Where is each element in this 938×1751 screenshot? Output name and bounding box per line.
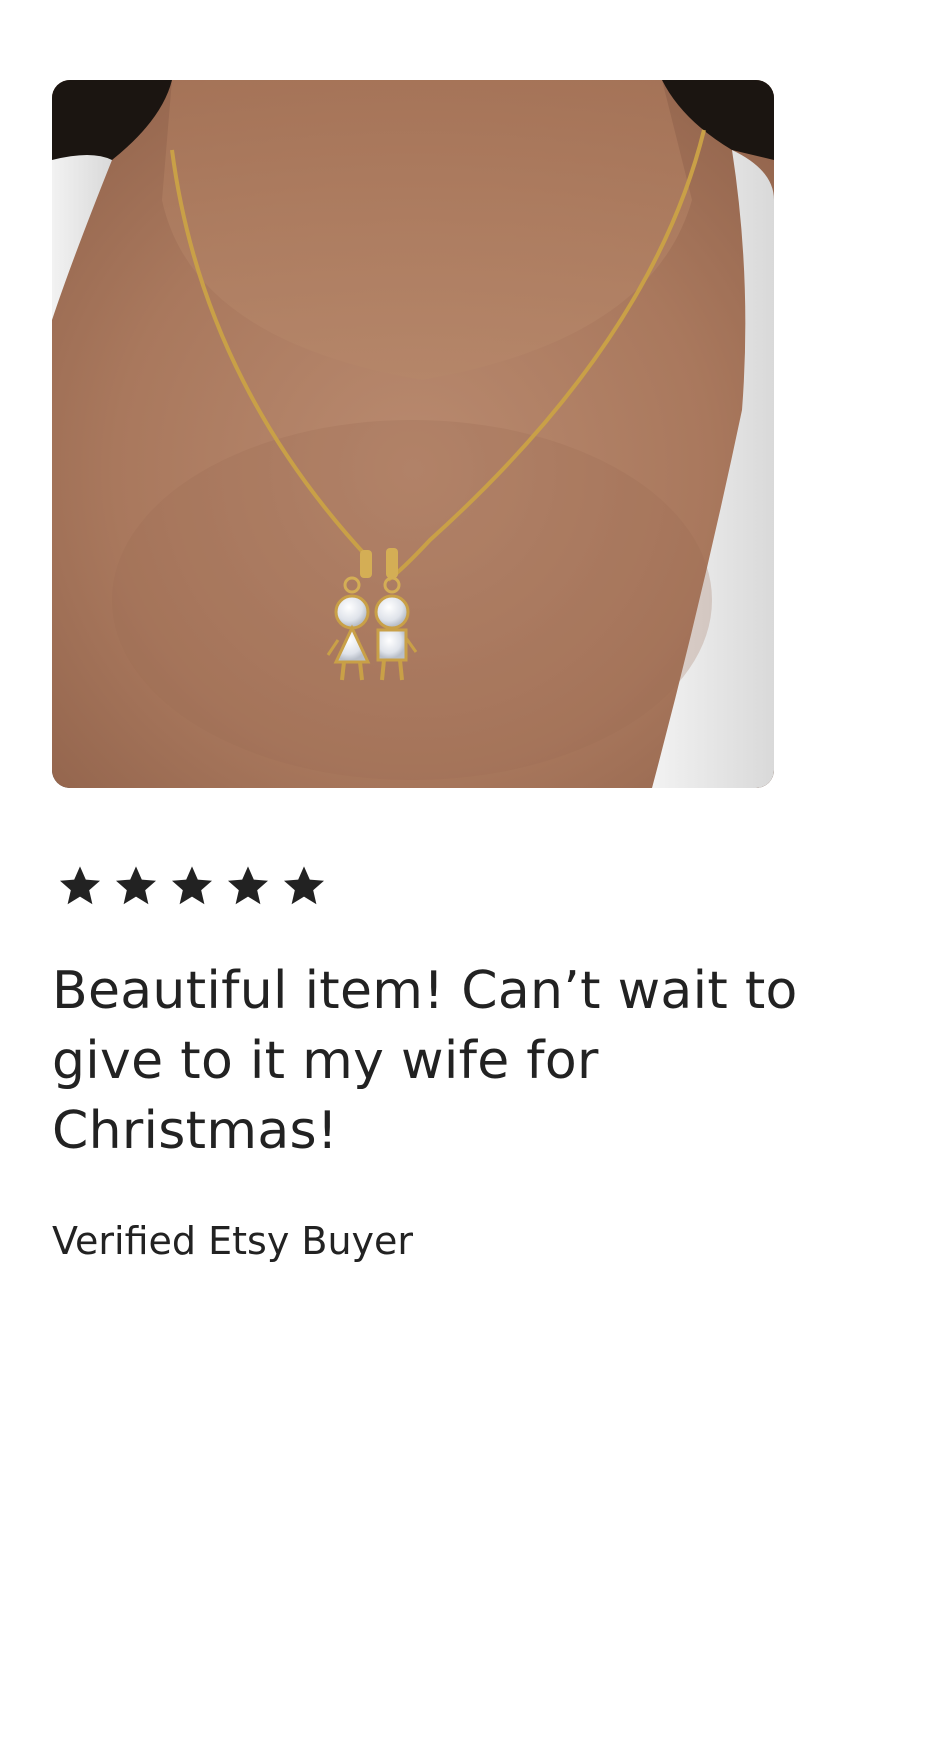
star-rating bbox=[54, 862, 330, 910]
star-icon bbox=[54, 862, 106, 910]
review-card: Beautiful item! Can’t wait to give to it… bbox=[0, 0, 938, 1751]
star-icon bbox=[110, 862, 162, 910]
review-text: Beautiful item! Can’t wait to give to it… bbox=[52, 961, 798, 1161]
review-photo[interactable] bbox=[52, 80, 774, 788]
star-icon bbox=[222, 862, 274, 910]
necklace-photo-illustration bbox=[52, 80, 774, 788]
star-icon bbox=[278, 862, 330, 910]
star-icon bbox=[166, 862, 218, 910]
reviewer-name: Verified Etsy Buyer bbox=[52, 1219, 414, 1263]
